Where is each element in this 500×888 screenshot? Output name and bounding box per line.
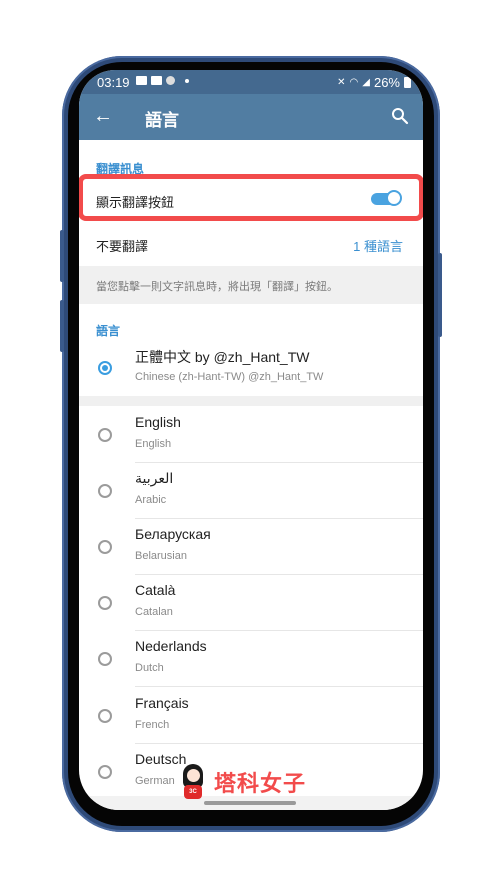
language-name: Беларуская — [135, 526, 211, 542]
watermark: 3C 塔科女子 — [180, 762, 306, 802]
screen: 03:19 ✕ ◠ ◢ 26% ← 語言 翻譯訊息 顯示翻譯按鈕 不要翻譯 1 … — [79, 70, 423, 810]
language-name: Français — [135, 695, 189, 711]
language-sub: Catalan — [135, 606, 173, 618]
language-item[interactable]: Nederlands Dutch — [79, 631, 423, 687]
language-name: العربية — [135, 470, 174, 486]
wifi-icon: ◠ — [349, 77, 359, 88]
language-sub: English — [135, 438, 172, 450]
app-bar: ← 語言 — [79, 94, 423, 140]
language-sub: Belarusian — [135, 550, 187, 562]
info-box: 當您點擊一則文字訊息時，將出現「翻譯」按鈕。 — [79, 266, 423, 304]
language-sub: French — [135, 719, 170, 731]
watermark-text: 塔科女子 — [214, 771, 307, 796]
system-icons: ✕ ◠ ◢ 26% — [337, 75, 411, 90]
language-item[interactable]: Беларуская Belarusian — [79, 519, 423, 575]
radio[interactable] — [98, 428, 112, 442]
radio[interactable] — [98, 765, 112, 779]
mascot-face — [187, 769, 200, 782]
status-time: 03:19 — [97, 75, 130, 90]
language-sub: German — [135, 775, 175, 787]
notification-icons — [136, 76, 189, 85]
volume-up-button — [60, 230, 64, 282]
language-name: Deutsch — [135, 751, 187, 767]
dot-icon — [185, 78, 189, 83]
radio[interactable] — [98, 652, 112, 666]
radio-checked[interactable] — [98, 361, 112, 375]
language-item[interactable]: العربية Arabic — [79, 463, 423, 519]
language-sub: Arabic — [135, 494, 167, 506]
radio[interactable] — [98, 484, 112, 498]
mascot-badge: 3C — [184, 785, 202, 799]
mute-icon: ✕ — [337, 77, 346, 88]
do-not-translate-label: 不要翻譯 — [96, 239, 149, 254]
battery-percent: 26% — [373, 75, 400, 90]
language-item[interactable]: Català Catalan — [79, 575, 423, 631]
language-name: Nederlands — [135, 638, 207, 654]
highlight-box — [79, 174, 423, 221]
language-section-header: 語言 — [96, 324, 121, 338]
gallery-icon — [136, 76, 147, 85]
language-item[interactable]: Français French — [79, 688, 423, 744]
language-name: English — [135, 414, 181, 430]
status-bar: 03:19 ✕ ◠ ◢ 26% — [79, 70, 423, 94]
mascot-icon: 3C — [180, 762, 206, 802]
battery-icon — [404, 77, 411, 88]
signal-icon: ◢ — [362, 77, 370, 88]
language-item[interactable]: English English — [79, 407, 423, 463]
youtube-icon — [151, 76, 162, 85]
do-not-translate-value: 1 種語言 — [353, 239, 403, 254]
info-text: 當您點擊一則文字訊息時，將出現「翻譯」按鈕。 — [96, 281, 338, 293]
language-item-selected[interactable]: 正體中文 by @zh_Hant_TW Chinese (zh-Hant-TW)… — [79, 340, 423, 396]
radio[interactable] — [98, 709, 112, 723]
power-button — [438, 253, 442, 337]
back-arrow-icon[interactable]: ← — [93, 106, 113, 126]
separator — [135, 686, 423, 687]
radio[interactable] — [98, 540, 112, 554]
section-divider — [79, 396, 423, 406]
language-sub: Chinese (zh-Hant-TW) @zh_Hant_TW — [135, 371, 324, 383]
volume-down-button — [60, 300, 64, 352]
radio[interactable] — [98, 596, 112, 610]
page-title: 語言 — [145, 111, 179, 130]
language-name: 正體中文 by @zh_Hant_TW — [135, 349, 310, 365]
search-icon[interactable] — [391, 107, 409, 125]
language-sub: Dutch — [135, 662, 164, 674]
language-name: Català — [135, 582, 176, 598]
circle-icon — [166, 76, 175, 85]
